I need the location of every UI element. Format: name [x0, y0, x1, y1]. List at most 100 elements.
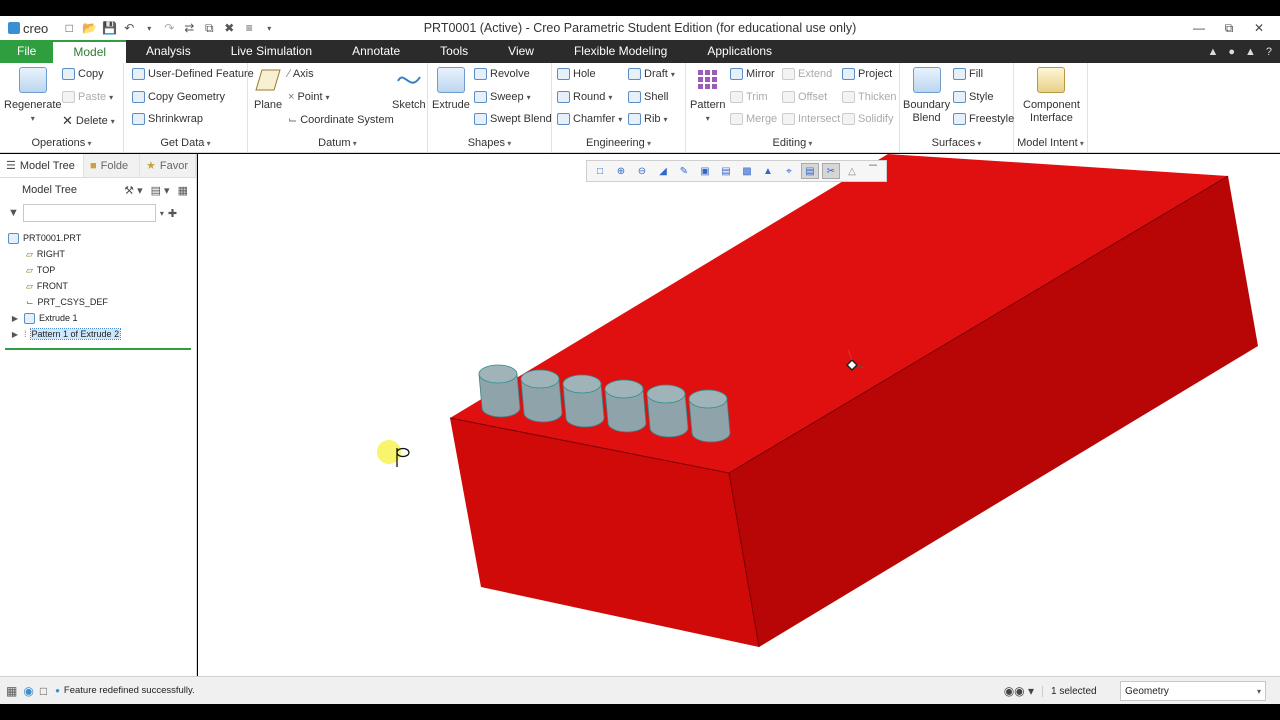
tree-node-csys[interactable]: ⌙ PRT_CSYS_DEF [0, 294, 196, 310]
extrude-button[interactable]: Extrude [432, 67, 470, 112]
component-interface-button[interactable]: Component Interface [1023, 67, 1080, 125]
tree-node-extrude-1[interactable]: ▶ Extrude 1 [0, 310, 196, 326]
zoom-out-icon[interactable]: ⊖ [633, 163, 651, 179]
display-style-icon[interactable]: ▣ [696, 163, 714, 179]
trim-button[interactable]: Trim [730, 91, 768, 103]
undo-icon[interactable]: ↶ [122, 21, 136, 35]
view-manager-icon[interactable]: ▩ [738, 163, 756, 179]
close-window-icon[interactable]: ✖ [222, 21, 236, 35]
tree-node-top[interactable]: ▱ TOP [0, 262, 196, 278]
undo-dropdown-icon[interactable]: ▾ [142, 24, 156, 33]
coordinate-system-button[interactable]: ⌙ Coordinate System [288, 113, 394, 127]
repaint-icon[interactable]: ◢ [654, 163, 672, 179]
nav-tree-toggle-icon[interactable]: ▦ [6, 684, 17, 698]
group-label-operations[interactable]: Operations [0, 137, 123, 149]
refit-icon[interactable]: □ [591, 163, 609, 179]
datum-display-icon[interactable]: ⌖ [780, 163, 798, 179]
extend-button[interactable]: Extend [782, 68, 832, 80]
tab-view[interactable]: View [488, 40, 554, 63]
tab-file[interactable]: File [0, 40, 54, 63]
tab-model-tree[interactable]: ☰ Model Tree [0, 154, 84, 177]
new-file-icon[interactable]: □ [62, 21, 76, 35]
group-label-surfaces[interactable]: Surfaces [900, 137, 1013, 149]
graphics-area[interactable]: □ ⊕ ⊖ ◢ ✎ ▣ ▤ ▩ ▲ ⌖ ▤ ✂ △ ▔ [198, 154, 1280, 676]
project-button[interactable]: Project [842, 68, 892, 80]
tab-analysis[interactable]: Analysis [126, 40, 211, 63]
pattern-pin[interactable] [688, 389, 731, 443]
tree-columns-icon[interactable]: ▦ [178, 184, 188, 197]
paste-button[interactable]: Paste ▾ [62, 91, 113, 103]
tab-flexible-modeling[interactable]: Flexible Modeling [554, 40, 687, 63]
selection-filter-dropdown[interactable]: Geometry ▾ [1120, 681, 1266, 701]
hole-button[interactable]: Hole [557, 68, 596, 80]
plane-button[interactable]: Plane [254, 67, 282, 112]
tree-settings-icon[interactable]: ⚒ ▾ [124, 184, 142, 197]
shrinkwrap-button[interactable]: Shrinkwrap [132, 113, 203, 125]
model-canvas[interactable] [198, 154, 1280, 676]
spin-center-icon[interactable]: ✂ [822, 163, 840, 179]
round-button[interactable]: Round ▾ [557, 91, 612, 103]
tab-model[interactable]: Model [53, 40, 127, 63]
group-label-get-data[interactable]: Get Data [124, 137, 247, 149]
group-label-shapes[interactable]: Shapes [428, 137, 551, 149]
hidden-icon[interactable]: ▔ [864, 163, 882, 179]
merge-button[interactable]: Merge [730, 113, 777, 125]
point-button[interactable]: × Point ▾ [288, 91, 330, 103]
rib-button[interactable]: Rib ▾ [628, 113, 668, 125]
ribbon-collapse-icon[interactable]: ▲ [1207, 46, 1218, 58]
group-label-model-intent[interactable]: Model Intent [1014, 137, 1087, 149]
axis-button[interactable]: ∕ Axis [288, 68, 314, 80]
switch-windows-icon[interactable]: ≡ [242, 21, 256, 35]
style-button[interactable]: Style [953, 91, 993, 103]
restore-icon[interactable]: ⧉ [1214, 16, 1244, 40]
close-icon[interactable]: ✕ [1244, 16, 1274, 40]
tab-folder-browser[interactable]: ■ Folde [84, 154, 140, 177]
section-icon[interactable]: △ [843, 163, 861, 179]
sweep-button[interactable]: Sweep ▾ [474, 91, 531, 103]
saved-orientations-icon[interactable]: ▤ [717, 163, 735, 179]
intersect-button[interactable]: Intersect [782, 113, 840, 125]
sketch-button[interactable]: Sketch [392, 67, 426, 112]
revolve-button[interactable]: Revolve [474, 68, 530, 80]
copy-geometry-button[interactable]: Copy Geometry [132, 91, 225, 103]
add-column-icon[interactable]: ✚ [168, 207, 177, 220]
draft-button[interactable]: Draft ▾ [628, 68, 675, 80]
tree-node-pattern-1[interactable]: ▶ ⁞ Pattern 1 of Extrude 2 [0, 326, 196, 342]
filter-icon[interactable]: ▼ [8, 207, 19, 219]
full-screen-icon[interactable]: □ [40, 684, 47, 698]
expand-arrow-icon[interactable]: ▶ [10, 330, 20, 339]
copy-button[interactable]: Copy [62, 68, 104, 80]
expand-arrow-icon[interactable]: ▶ [10, 314, 20, 323]
open-folder-icon[interactable]: 📂 [82, 21, 97, 35]
filter-options-icon[interactable]: ▾ [160, 209, 164, 218]
regenerate-icon[interactable]: ⇄ [182, 21, 196, 35]
help-icon[interactable]: ? [1266, 46, 1272, 58]
group-label-engineering[interactable]: Engineering [552, 137, 685, 149]
udf-button[interactable]: User-Defined Feature [132, 68, 254, 80]
delete-button[interactable]: ✕ Delete ▾ [62, 113, 115, 129]
pattern-pin[interactable] [478, 364, 521, 418]
tab-applications[interactable]: Applications [687, 40, 792, 63]
windows-icon[interactable]: ⧉ [202, 21, 216, 36]
thicken-button[interactable]: Thicken [842, 91, 897, 103]
customize-toolbar-icon[interactable]: ▾ [262, 24, 276, 33]
offset-button[interactable]: Offset [782, 91, 827, 103]
perspective-icon[interactable]: ▲ [759, 163, 777, 179]
tab-annotate[interactable]: Annotate [332, 40, 420, 63]
pattern-pin[interactable] [520, 369, 563, 423]
mirror-button[interactable]: Mirror [730, 68, 775, 80]
show-icon[interactable]: ▤ ▾ [151, 184, 170, 197]
user-icon[interactable]: ● [1228, 46, 1235, 58]
browser-toggle-icon[interactable]: ◉ [23, 684, 33, 698]
group-label-datum[interactable]: Datum [248, 137, 427, 149]
freestyle-button[interactable]: Freestyle [953, 113, 1014, 125]
community-icon[interactable]: ▲ [1245, 46, 1256, 58]
pattern-pin[interactable] [646, 384, 689, 438]
tree-node-right[interactable]: ▱ RIGHT [0, 246, 196, 262]
swept-blend-button[interactable]: Swept Blend [474, 113, 552, 125]
tab-tools[interactable]: Tools [420, 40, 488, 63]
pattern-pin[interactable] [604, 379, 647, 433]
insert-here-line[interactable] [5, 348, 191, 350]
tab-live-simulation[interactable]: Live Simulation [211, 40, 332, 63]
fill-button[interactable]: Fill [953, 68, 983, 80]
